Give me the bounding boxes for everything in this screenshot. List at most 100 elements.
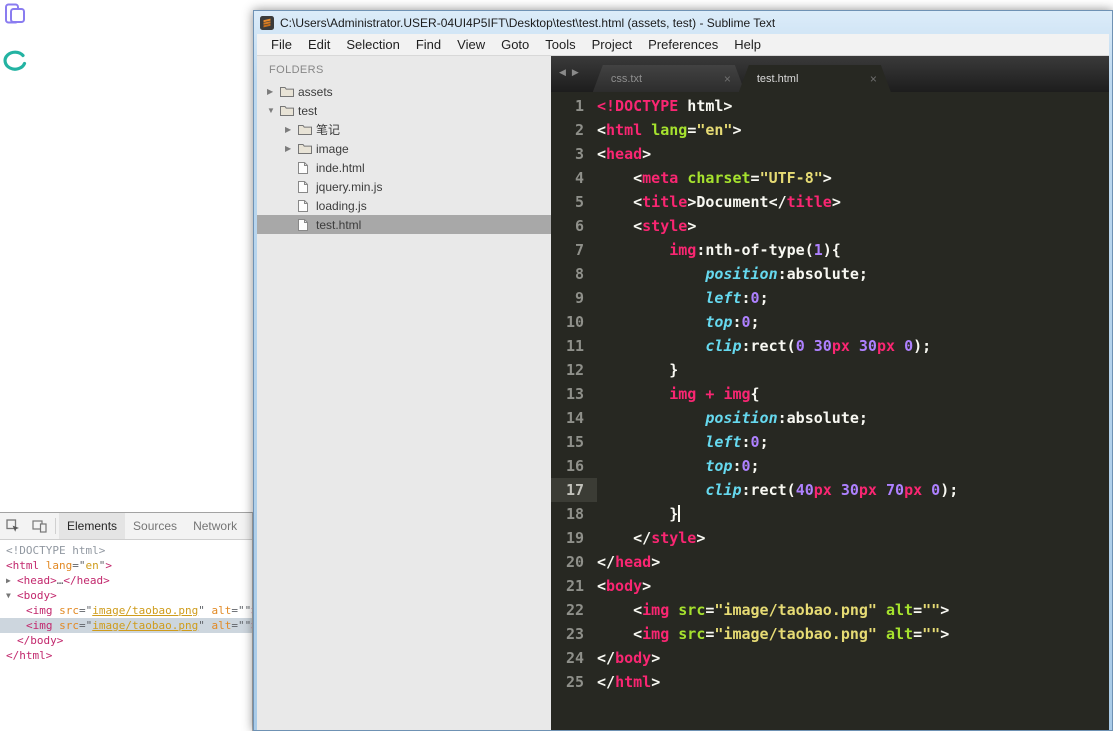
code-text: <title>Document</title> — [597, 193, 841, 211]
devtools-node[interactable]: ▼ <body> — [0, 588, 252, 603]
line-number: 25 — [565, 673, 584, 691]
menu-project[interactable]: Project — [584, 34, 640, 55]
code-text: </head> — [597, 553, 661, 571]
code-text: top:0; — [705, 457, 760, 475]
menu-find[interactable]: Find — [408, 34, 449, 55]
next-tab-icon[interactable]: ▶ — [572, 67, 579, 77]
code-text: <html lang="en"> — [597, 121, 742, 139]
editor-pane: ◀ ▶ css.txt × test.html × 1 <!DOCTYPE html> 2 <… — [551, 56, 1109, 730]
folder-icon — [298, 124, 316, 135]
inspect-icon-glyph — [6, 519, 19, 532]
tab-close-icon[interactable]: × — [724, 72, 731, 86]
menu-tools[interactable]: Tools — [537, 34, 583, 55]
code-text: <img src="image/taobao.png" alt=""> — [597, 601, 950, 619]
devtools-tab-elements[interactable]: Elements — [59, 513, 126, 539]
sidebar-item-jquery.min.js[interactable]: jquery.min.js — [257, 177, 551, 196]
code-line: 13 img + img{ — [551, 382, 1109, 406]
menu-file[interactable]: File — [263, 34, 300, 55]
line-number: 24 — [565, 649, 584, 667]
folder-icon — [280, 105, 298, 116]
code-line: 16 top:0; — [551, 454, 1109, 478]
menu-help[interactable]: Help — [726, 34, 769, 55]
code-line: 8 position:absolute; — [551, 262, 1109, 286]
window-titlebar[interactable]: C:\Users\Administrator.USER-04UI4P5IFT\D… — [254, 11, 1112, 34]
devtools-node[interactable]: <html lang =" en " > — [0, 558, 252, 573]
menu-view[interactable]: View — [449, 34, 493, 55]
sidebar-item-label: assets — [298, 84, 333, 99]
code-text: } — [597, 361, 679, 379]
code-text: <img src="image/taobao.png" alt=""> — [597, 625, 950, 643]
code-text: left:0; — [705, 433, 769, 451]
code-line: 21 <body> — [551, 574, 1109, 598]
chevron-right-icon[interactable]: ▶ — [285, 144, 298, 153]
sidebar-item-笔记[interactable]: ▶ 笔记 — [257, 120, 551, 139]
menu-edit[interactable]: Edit — [300, 34, 338, 55]
devtools-node[interactable]: <!DOCTYPE html> — [0, 543, 252, 558]
code-line: 11 clip:rect(0 30px 30px 0); — [551, 334, 1109, 358]
prev-tab-icon[interactable]: ◀ — [559, 67, 566, 77]
line-number: 13 — [565, 385, 584, 403]
code-line: 5 <title>Document</title> — [551, 190, 1109, 214]
code-text: <!DOCTYPE html> — [597, 97, 733, 115]
tabs: css.txt × test.html × — [593, 65, 885, 92]
code-text: <meta charset="UTF-8"> — [597, 169, 832, 187]
code-line: 6 <style> — [551, 214, 1109, 238]
inspect-icon[interactable] — [0, 513, 26, 539]
sidebar: FOLDERS ▶ assets ▼ test ▶ 笔记 ▶ image inde.html jq… — [257, 56, 551, 730]
sidebar-item-loading.js[interactable]: loading.js — [257, 196, 551, 215]
sidebar-item-test[interactable]: ▼ test — [257, 101, 551, 120]
tab-test.html[interactable]: test.html × — [739, 65, 891, 92]
code-line: 23 <img src="image/taobao.png" alt=""> — [551, 622, 1109, 646]
sidebar-item-assets[interactable]: ▶ assets — [257, 82, 551, 101]
sidebar-item-image[interactable]: ▶ image — [257, 139, 551, 158]
devtools-node[interactable]: </html> — [0, 648, 252, 663]
menu-preferences[interactable]: Preferences — [640, 34, 726, 55]
devtools-node[interactable]: <img src="image/taobao.png" alt=""> — [0, 603, 252, 618]
chevron-right-icon[interactable]: ▶ — [285, 125, 298, 134]
line-number: 6 — [574, 217, 584, 235]
code-text: <head> — [597, 145, 652, 163]
code-line: 24 </body> — [551, 646, 1109, 670]
line-number: 23 — [565, 625, 584, 643]
code-line: 18 } — [551, 502, 1109, 526]
teal-app-icon-glyph — [3, 50, 27, 71]
sidebar-item-inde.html[interactable]: inde.html — [257, 158, 551, 177]
chevron-down-icon[interactable]: ▼ — [267, 106, 280, 115]
chevron-right-icon[interactable]: ▶ — [6, 573, 17, 588]
menu-selection[interactable]: Selection — [338, 34, 407, 55]
code-text: top:0; — [705, 313, 760, 331]
code-line: 1 <!DOCTYPE html> — [551, 94, 1109, 118]
devtools-tab-sources[interactable]: Sources — [125, 513, 185, 539]
line-number: 20 — [565, 553, 584, 571]
file-tree: ▶ assets ▼ test ▶ 笔记 ▶ image inde.html jquery.min… — [257, 82, 551, 234]
line-number: 15 — [565, 433, 584, 451]
line-number: 9 — [574, 289, 584, 307]
teal-app-icon[interactable] — [2, 50, 28, 78]
sidebar-item-test.html[interactable]: test.html — [257, 215, 551, 234]
code-text: position:absolute; — [705, 409, 868, 427]
chevron-right-icon[interactable]: ▶ — [267, 87, 280, 96]
devtools-node[interactable]: <img src="image/taobao.png" alt=""> — [0, 618, 252, 633]
main-area: FOLDERS ▶ assets ▼ test ▶ 笔记 ▶ image inde.html jq… — [257, 56, 1109, 730]
tab-close-icon[interactable]: × — [870, 72, 877, 86]
purple-app-icon[interactable] — [4, 3, 26, 30]
chevron-down-icon[interactable]: ▼ — [6, 588, 17, 603]
code-line: 3 <head> — [551, 142, 1109, 166]
line-number: 16 — [565, 457, 584, 475]
tab-css.txt[interactable]: css.txt × — [593, 65, 745, 92]
code-area[interactable]: 1 <!DOCTYPE html> 2 <html lang="en"> 3 <head>… — [551, 92, 1109, 730]
line-number: 19 — [565, 529, 584, 547]
line-number: 12 — [565, 361, 584, 379]
sidebar-item-label: 笔记 — [316, 123, 341, 137]
devtools-node[interactable]: ▶ <head>… </head> — [0, 573, 252, 588]
devtools-node[interactable]: </body> — [0, 633, 252, 648]
tab-scroll-arrows: ◀ ▶ — [559, 67, 585, 78]
purple-app-icon-glyph — [5, 3, 25, 24]
line-number: 14 — [565, 409, 584, 427]
code-line: 25 </html> — [551, 670, 1109, 694]
devtools-tab-network[interactable]: Network — [185, 513, 245, 539]
device-toolbar-icon[interactable] — [26, 513, 52, 539]
menu-goto[interactable]: Goto — [493, 34, 537, 55]
line-number: 5 — [574, 193, 584, 211]
devtools-dom-tree[interactable]: <!DOCTYPE html> <html lang =" en " > ▶ <head>… <… — [0, 540, 252, 663]
